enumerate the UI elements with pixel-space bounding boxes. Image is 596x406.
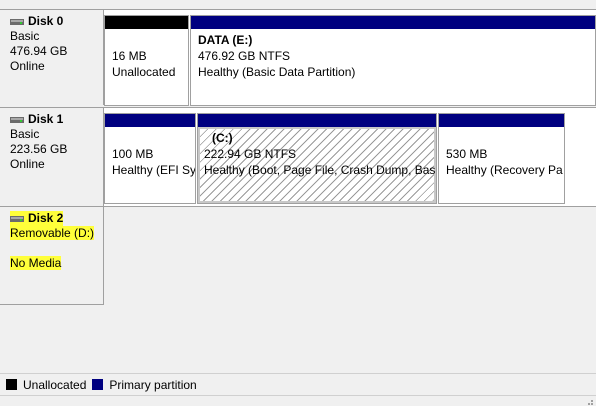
partition-status: Healthy (Recovery Pa — [446, 163, 563, 177]
partition-bar — [439, 114, 564, 127]
partition-text: 16 MB Unallocated — [105, 29, 188, 80]
partition-label: DATA (E:) — [198, 33, 253, 47]
disk-size: 223.56 GB — [10, 142, 68, 156]
legend-item-primary: Primary partition — [92, 377, 197, 392]
partition-text: DATA (E:) 476.92 GB NTFS Healthy (Basic … — [191, 29, 595, 80]
disk-2-label[interactable]: Disk 2 Removable (D:) No Media — [0, 206, 104, 305]
legend-swatch-primary — [92, 379, 104, 390]
partition-efi[interactable]: 100 MB Healthy (EFI Sy — [104, 113, 196, 204]
partition-status: Healthy (Boot, Page File, Crash Dump, Ba… — [204, 163, 437, 177]
partition-label: (C:) — [212, 131, 233, 145]
disk-type: Basic — [10, 127, 40, 141]
partition-size: 222.94 GB NTFS — [204, 147, 297, 161]
partition-size: 476.92 GB NTFS — [198, 49, 291, 63]
disk-1-title-row: Disk 1 — [10, 112, 103, 127]
highlight: Disk 2 — [10, 211, 64, 226]
disk-status: Online — [10, 59, 45, 73]
partition-bar — [191, 16, 595, 29]
partition-recovery[interactable]: 530 MB Healthy (Recovery Pa — [438, 113, 565, 204]
disk-0-partitions: 16 MB Unallocated DATA (E:) 476.92 GB NT… — [104, 9, 596, 106]
partition-size: 16 MB — [112, 49, 147, 63]
partition-size: 100 MB — [112, 147, 154, 161]
partition-status: Unallocated — [112, 65, 176, 79]
disk-type: Removable (D:) — [10, 226, 95, 240]
disk-status: Online — [10, 157, 45, 171]
disk-name: Disk 1 — [28, 112, 64, 126]
legend-item-unallocated: Unallocated — [6, 378, 86, 392]
partition-bar — [105, 114, 195, 127]
partition-text: 100 MB Healthy (EFI Sy — [105, 127, 195, 178]
legend-label: Primary partition — [109, 377, 197, 392]
disk-type: Basic — [10, 29, 40, 43]
disk-1-partitions: 100 MB Healthy (EFI Sy (C:) 222.94 GB NT… — [104, 107, 596, 206]
legend-label: Unallocated — [23, 377, 87, 392]
disk-icon — [10, 18, 24, 25]
disk-size: 476.94 GB — [10, 44, 68, 58]
partition-status: Healthy (EFI Sy — [112, 163, 196, 177]
partition-text: 530 MB Healthy (Recovery Pa — [439, 127, 564, 178]
partition-size: 530 MB — [446, 147, 488, 161]
disk-1-label[interactable]: Disk 1 Basic 223.56 GB Online — [0, 107, 104, 206]
partition-bar — [198, 114, 436, 127]
partition-c[interactable]: (C:) 222.94 GB NTFS Healthy (Boot, Page … — [197, 113, 437, 204]
disk-0-title-row: Disk 0 — [10, 14, 103, 29]
disk-icon — [10, 215, 24, 222]
partition-text: (C:) 222.94 GB NTFS Healthy (Boot, Page … — [198, 127, 436, 178]
status-bar — [0, 395, 596, 406]
disk-name: Disk 0 — [28, 14, 64, 28]
partition-status: Healthy (Basic Data Partition) — [198, 65, 356, 79]
disk-icon — [10, 116, 24, 123]
partition-data-e[interactable]: DATA (E:) 476.92 GB NTFS Healthy (Basic … — [190, 15, 596, 106]
legend-swatch-unallocated — [6, 379, 17, 390]
disk-status: No Media — [10, 256, 62, 270]
partition-bar — [105, 16, 188, 29]
disk-0-label[interactable]: Disk 0 Basic 476.94 GB Online — [0, 9, 104, 105]
partition-unallocated[interactable]: 16 MB Unallocated — [104, 15, 189, 106]
legend: Unallocated Primary partition — [0, 373, 596, 395]
disk-2-partitions — [104, 206, 596, 305]
disk-name: Disk 2 — [28, 211, 64, 225]
disk-2-title-row: Disk 2 — [10, 211, 103, 226]
